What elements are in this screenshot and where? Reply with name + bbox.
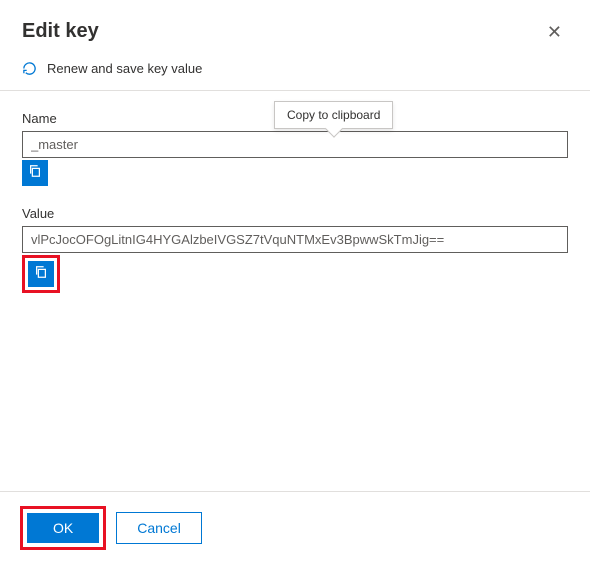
value-input[interactable] [22,226,568,253]
form-area: Copy to clipboard Name Value [0,91,590,293]
dialog-header: Edit key ✕ [0,0,590,53]
name-input[interactable] [22,131,568,158]
copy-name-button[interactable] [22,160,48,186]
ok-button-highlight: OK [20,506,106,550]
value-field-group: Value [22,206,568,293]
value-label: Value [22,206,568,221]
renew-label: Renew and save key value [47,61,202,76]
refresh-icon [22,61,37,76]
dialog-title: Edit key [22,20,99,43]
renew-action[interactable]: Renew and save key value [0,53,590,91]
copy-icon [34,265,48,284]
copy-value-button[interactable] [28,261,54,287]
copy-tooltip: Copy to clipboard [274,101,393,129]
name-field-group: Copy to clipboard Name [22,111,568,186]
copy-icon [28,164,42,183]
copy-value-highlight [22,255,60,293]
cancel-button[interactable]: Cancel [116,512,202,544]
ok-button[interactable]: OK [27,513,99,543]
close-icon[interactable]: ✕ [541,20,568,45]
dialog-footer: OK Cancel [0,491,590,568]
